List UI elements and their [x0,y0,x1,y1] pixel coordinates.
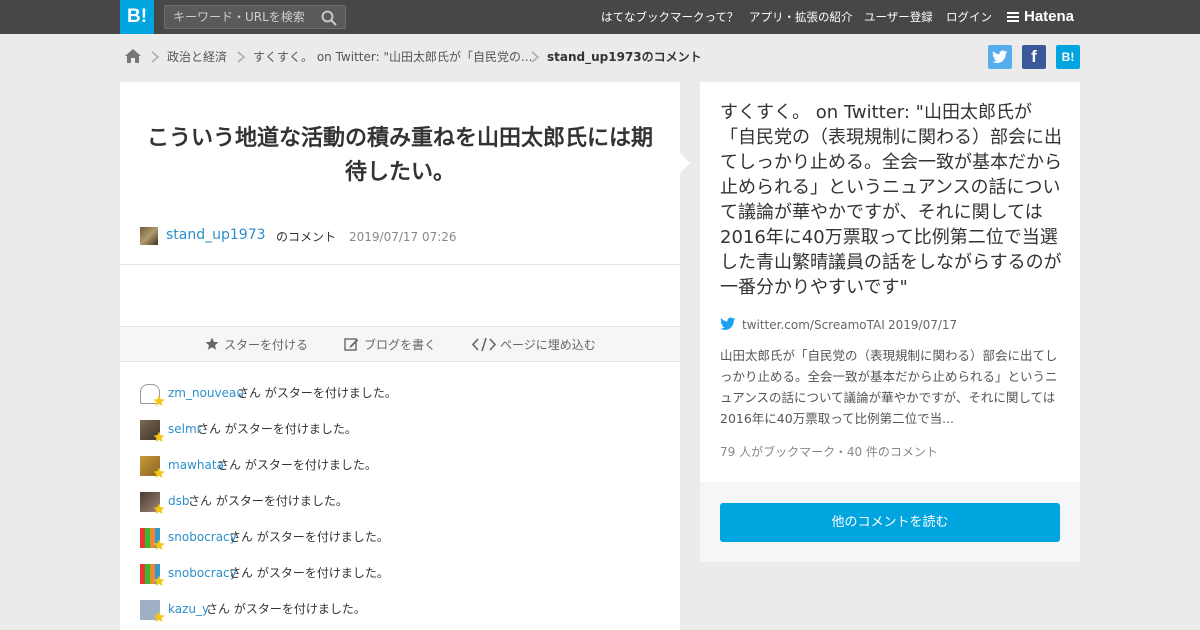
nav-login[interactable]: ログイン [946,0,992,34]
star-icon [153,431,165,442]
write-blog-label: ブログを書く [364,338,437,352]
star-text: さん がスターを付けました。 [197,422,357,436]
star-icon [205,337,219,350]
comment-user-suffix: のコメント [276,230,337,244]
star-text: さん がスターを付けました。 [217,458,377,472]
star-user-link[interactable]: snobocracy [168,564,237,582]
star-user-link[interactable]: snobocracy [168,528,237,546]
entry-panel: すくすく。 on Twitter: "山田太郎氏が「自民党の（表現規制に関わる）… [700,82,1080,482]
star-text: さん がスターを付けました。 [188,494,348,508]
action-bar: スターを付ける ブログを書く ページに埋め込む [120,326,680,362]
search-icon[interactable] [321,10,337,26]
twitter-icon [720,317,736,330]
star-text: さん がスターを付けました。 [237,386,397,400]
read-more-comments-button[interactable]: 他のコメントを読む [720,503,1060,542]
divider [120,264,680,265]
twitter-share-button[interactable] [988,45,1012,69]
entry-date: 2019/07/17 [888,318,958,332]
list-item: dsb さん がスターを付けました。 [140,490,660,514]
avatar[interactable] [140,227,158,245]
list-item: snobocracy さん がスターを付けました。 [140,526,660,550]
write-blog-button[interactable]: ブログを書く [344,336,444,354]
list-item: mawhata さん がスターを付けました。 [140,454,660,478]
list-item: snobocracy さん がスターを付けました。 [140,562,660,586]
add-star-button[interactable]: スターを付ける [205,336,315,354]
nav-about[interactable]: はてなブックマークって？ [601,0,738,34]
entry-summary: 山田太郎氏が「自民党の（表現規制に関わる）部会に出てしっかり止める。全会一致が基… [720,348,1058,426]
breadcrumb-entry[interactable]: すくすく。 on Twitter: "山田太郎氏が「自民党の... [253,47,532,67]
comment-meta: stand_up1973 のコメント 2019/07/17 07:26 [140,225,660,245]
code-icon [472,337,496,352]
star-user-link[interactable]: kazu_y [168,600,209,618]
star-text: さん がスターを付けました。 [229,566,389,580]
list-item: selmr さん がスターを付けました。 [140,418,660,442]
star-user-link[interactable]: dsb [168,492,190,510]
chevron-right-icon [151,51,160,63]
star-icon [153,611,165,622]
comment-user-link[interactable]: stand_up1973 [166,225,266,245]
card-pointer [680,153,690,173]
facebook-share-button[interactable]: f [1022,45,1046,69]
star-icon [153,503,165,514]
star-icon [153,539,165,550]
edit-icon [344,338,359,351]
chevron-right-icon [237,51,246,63]
list-item: kazu_y さん がスターを付けました。 [140,598,660,622]
nav-signup[interactable]: ユーザー登録 [864,0,933,34]
add-star-label: スターを付ける [224,338,309,352]
star-icon [153,467,165,478]
star-user-link[interactable]: zm_nouveau [168,384,244,402]
entry-title-link[interactable]: すくすく。 on Twitter: "山田太郎氏が「自民党の（表現規制に関わる）… [720,100,1062,300]
hatena-share-button[interactable]: B! [1056,45,1080,69]
hatena-bookmark-logo[interactable]: B! [120,0,154,34]
chevron-right-icon [531,51,540,63]
search-input[interactable] [165,6,315,28]
home-icon[interactable] [124,47,142,65]
embed-button[interactable]: ページに埋め込む [472,336,602,354]
twitter-icon [992,50,1008,63]
list-item: zm_nouveau さん がスターを付けました。 [140,382,660,406]
star-text: さん がスターを付けました。 [229,530,389,544]
breadcrumb-category[interactable]: 政治と経済 [167,47,227,67]
comment-text: こういう地道な活動の積み重ねを山田太郎氏には期待したい。 [146,126,653,185]
entry-footer: 他のコメントを読む [700,482,1080,562]
comment-date[interactable]: 2019/07/17 07:26 [349,227,457,247]
search-box[interactable] [164,5,346,29]
star-user-link[interactable]: mawhata [168,456,224,474]
entry-domain-link[interactable]: twitter.com/ScreamoTAI [742,316,885,334]
nav-apps[interactable]: アプリ・拡張の紹介 [749,0,853,34]
top-bar: B! はてなブックマークって？ アプリ・拡張の紹介 ユーザー登録 ログイン Ha… [0,0,1200,34]
star-text: さん がスターを付けました。 [206,602,366,616]
entry-source: twitter.com/ScreamoTAI 2019/07/17 [720,316,1060,334]
entry-counts[interactable]: 79 人がブックマーク・40 件のコメント [720,443,938,461]
hatena-logo-icon [1007,12,1019,22]
star-icon [153,395,165,406]
hatena-brand-text: Hatena [1024,8,1075,25]
star-icon [153,575,165,586]
breadcrumb-current: stand_up1973のコメント [547,50,702,64]
embed-label: ページに埋め込む [500,338,596,352]
